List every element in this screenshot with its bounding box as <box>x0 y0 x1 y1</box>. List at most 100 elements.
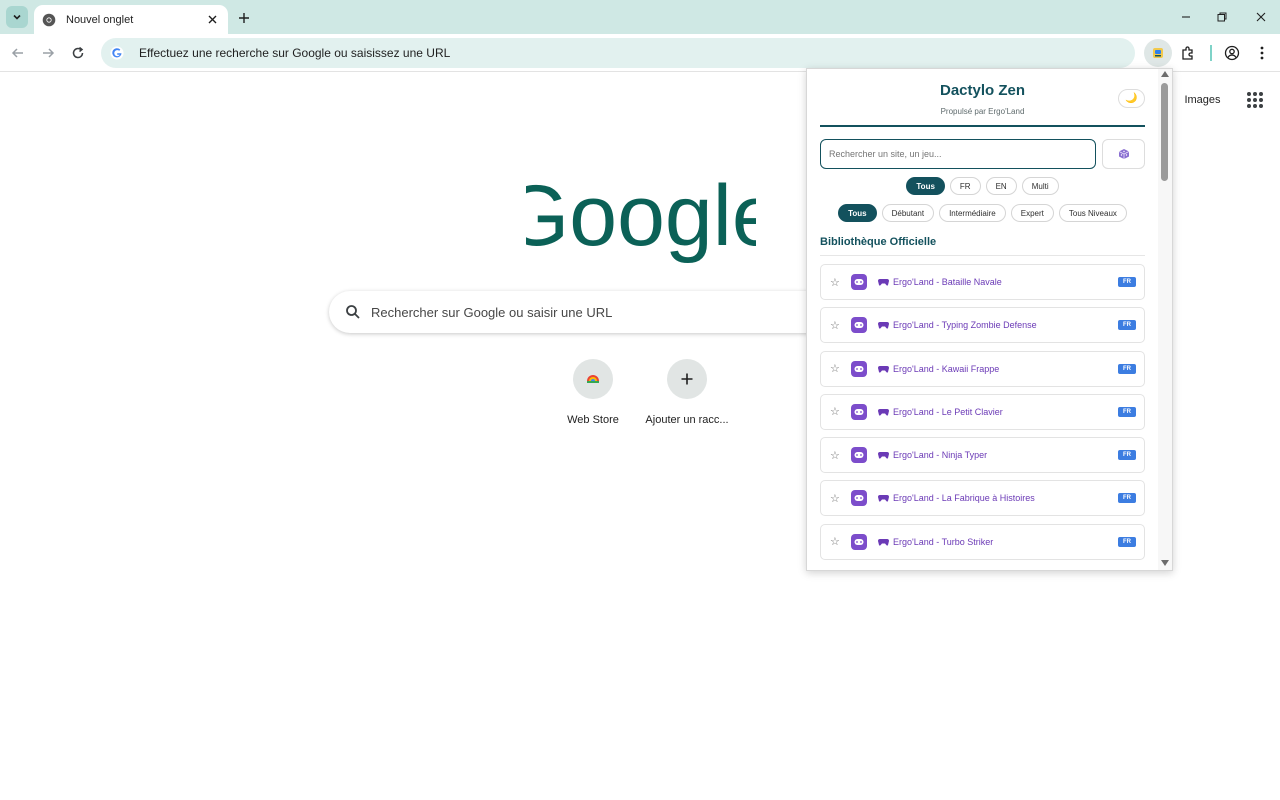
minimize-button[interactable] <box>1174 6 1198 28</box>
shortcut-label: Ajouter un racc... <box>645 414 729 426</box>
moon-icon: 🌙 <box>1125 93 1138 104</box>
game-name: Ergo'Land - Bataille Navale <box>893 277 1002 287</box>
dactylo-zen-extension-button[interactable] <box>1144 39 1172 67</box>
star-icon[interactable]: ☆ <box>830 492 842 505</box>
game-name: Ergo'Land - Typing Zombie Defense <box>893 320 1037 331</box>
game-app-icon <box>851 403 867 420</box>
keyboard-extension-icon <box>1153 48 1163 58</box>
game-app-icon <box>851 274 867 290</box>
level-filter-beginner[interactable]: Débutant <box>881 204 935 222</box>
scroll-thumb[interactable] <box>1161 83 1168 181</box>
lang-filter-fr[interactable]: FR <box>949 177 981 195</box>
lang-badge: FR <box>1118 450 1136 461</box>
popup-subtitle: Propulsé par Ergo'Land <box>940 107 1025 116</box>
reload-button[interactable] <box>67 42 89 64</box>
game-app-icon <box>851 360 867 377</box>
profile-button[interactable] <box>1221 42 1243 64</box>
dactylo-zen-popup: Dactylo Zen Propulsé par Ergo'Land 🌙 Tou… <box>806 68 1173 571</box>
game-name: Ergo'Land - Kawaii Frappe <box>893 363 1000 374</box>
list-item[interactable]: ☆ Ergo'Land - Kawaii Frappe FR <box>820 350 1145 387</box>
google-g-icon <box>109 45 125 61</box>
close-window-button[interactable] <box>1249 6 1273 28</box>
tab-search-button[interactable] <box>6 6 28 28</box>
star-icon[interactable]: ☆ <box>830 449 842 462</box>
list-item[interactable]: ☆ Ergo'Land - La Fabrique à Histoires FR <box>820 480 1145 517</box>
star-icon[interactable]: ☆ <box>830 319 842 332</box>
language-filter-row: Tous FR EN Multi <box>820 177 1145 195</box>
google-apps-icon[interactable] <box>1246 92 1263 108</box>
minimize-icon <box>1182 16 1190 18</box>
random-game-button[interactable] <box>1102 139 1145 169</box>
tab-strip: Nouvel onglet <box>0 0 1280 34</box>
theme-toggle-button[interactable]: 🌙 <box>1118 89 1145 108</box>
arrow-right-icon <box>43 48 55 58</box>
puzzle-icon <box>1182 46 1193 60</box>
star-icon[interactable]: ☆ <box>830 276 842 289</box>
list-item[interactable]: ☆ Ergo'Land - Turbo Striker FR <box>820 523 1145 560</box>
lang-filter-multi[interactable]: Multi <box>1021 177 1059 195</box>
shortcut-tile <box>573 359 613 399</box>
lang-badge: FR <box>1118 320 1136 331</box>
shortcut-tile <box>667 359 707 399</box>
lang-badge: FR <box>1118 493 1136 504</box>
star-icon[interactable]: ☆ <box>830 535 842 548</box>
list-item[interactable]: ☆ Ergo'Land - Ninja Typer FR <box>820 437 1145 474</box>
close-tab-icon[interactable] <box>204 12 220 28</box>
images-link[interactable]: Images <box>1184 94 1220 106</box>
chrome-icon <box>42 13 56 27</box>
level-filter-intermediate[interactable]: Intermédiaire <box>939 204 1006 222</box>
level-filter-all[interactable]: Tous <box>838 204 877 222</box>
lang-badge: FR <box>1118 406 1136 417</box>
level-filter-expert[interactable]: Expert <box>1010 204 1054 222</box>
gamepad-icon <box>878 278 889 286</box>
game-name: Ergo'Land - Turbo Striker <box>893 536 994 547</box>
arrow-left-icon <box>11 48 23 58</box>
ntp-search-placeholder: Rechercher sur Google ou saisir une URL <box>371 304 613 320</box>
lang-badge: FR <box>1118 277 1136 287</box>
popup-scrollbar[interactable] <box>1158 69 1172 570</box>
restore-icon <box>1217 12 1227 22</box>
gamepad-icon <box>878 538 889 546</box>
level-filter-all-levels[interactable]: Tous Niveaux <box>1058 204 1127 222</box>
address-bar[interactable]: Effectuez une recherche sur Google ou sa… <box>101 38 1135 68</box>
gamepad-icon <box>878 321 889 329</box>
restore-button[interactable] <box>1210 6 1234 28</box>
gamepad-icon <box>878 494 889 503</box>
forward-button[interactable] <box>37 42 59 64</box>
site-search-input[interactable] <box>820 139 1096 169</box>
search-icon <box>345 304 361 320</box>
gamepad-icon <box>878 408 889 416</box>
web-store-icon <box>587 375 599 383</box>
shortcut-add[interactable]: Ajouter un racc... <box>631 359 743 426</box>
game-list: ☆ Ergo'Land - Bataille Navale FR ☆ Ergo'… <box>820 264 1145 567</box>
list-item[interactable]: ☆ Ergo'Land - Typing Zombie Defense FR <box>820 307 1145 344</box>
browser-toolbar: Effectuez une recherche sur Google ou sa… <box>0 34 1280 72</box>
svg-text:Google: Google <box>526 173 756 264</box>
lang-filter-all[interactable]: Tous <box>906 177 945 195</box>
plus-icon <box>239 13 249 23</box>
browser-menu-button[interactable] <box>1251 42 1273 64</box>
back-button[interactable] <box>7 42 29 64</box>
kebab-menu-icon <box>1260 46 1264 60</box>
scroll-down-arrow-icon[interactable] <box>1161 560 1169 566</box>
lang-badge: FR <box>1118 363 1136 374</box>
star-icon[interactable]: ☆ <box>830 405 842 418</box>
scroll-up-arrow-icon[interactable] <box>1161 71 1169 77</box>
tab-new-tab[interactable]: Nouvel onglet <box>34 5 228 34</box>
new-tab-button[interactable] <box>234 8 254 28</box>
lang-filter-en[interactable]: EN <box>985 177 1017 195</box>
lang-badge: FR <box>1118 536 1136 547</box>
game-app-icon <box>851 317 867 334</box>
game-app-icon <box>851 533 867 550</box>
game-name: Ergo'Land - Le Petit Clavier <box>893 406 1003 417</box>
list-item[interactable]: ☆ Ergo'Land - Bataille Navale FR <box>820 264 1145 300</box>
close-icon <box>1256 12 1266 22</box>
list-item[interactable]: ☆ Ergo'Land - Le Petit Clavier FR <box>820 393 1145 430</box>
popup-header: Dactylo Zen Propulsé par Ergo'Land 🌙 <box>820 69 1145 127</box>
gamepad-icon <box>878 451 889 459</box>
extensions-button[interactable] <box>1177 42 1199 64</box>
gamepad-icon <box>878 365 889 373</box>
star-icon[interactable]: ☆ <box>830 362 842 375</box>
section-title: Bibliothèque Officielle <box>820 236 1145 256</box>
dice-icon <box>1118 149 1129 159</box>
